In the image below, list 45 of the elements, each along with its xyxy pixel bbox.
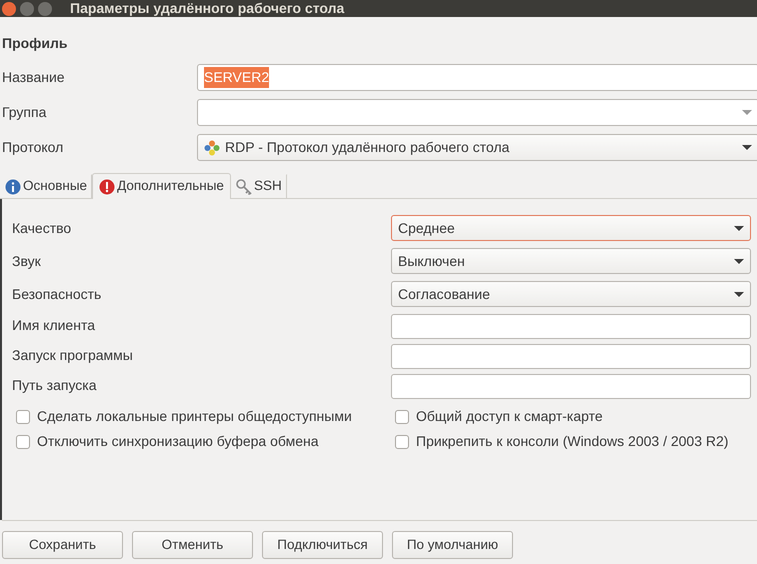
checkbox-label: Прикрепить к консоли (Windows 2003 / 2003 R2) — [416, 432, 728, 451]
checkbox-label: Общий доступ к смарт-карте — [416, 407, 603, 426]
dropdown-arrow-icon — [742, 110, 752, 115]
field-label: Качество — [12, 218, 72, 238]
tab[interactable]: SSH — [230, 174, 287, 198]
dialog-button[interactable]: Отменить — [132, 531, 253, 559]
dropdown[interactable]: Согласование — [391, 281, 751, 307]
field-label: Имя клиента — [12, 316, 96, 335]
checkbox[interactable] — [16, 434, 30, 448]
field-label: Безопасность — [12, 284, 102, 304]
plugin-icon — [204, 140, 220, 156]
field-label: Звук — [12, 252, 42, 271]
close-button[interactable] — [2, 2, 16, 16]
dropdown-arrow-icon — [734, 292, 744, 296]
checkbox[interactable] — [395, 410, 409, 424]
checkbox[interactable] — [395, 434, 409, 448]
dialog-button[interactable]: По умолчанию — [392, 531, 513, 559]
dialog-button[interactable]: Сохранить — [2, 531, 123, 559]
protocol-dropdown[interactable]: RDP - Протокол удалённого рабочего стола — [197, 134, 757, 161]
error-icon — [99, 178, 116, 194]
maximize-button[interactable] — [38, 2, 52, 16]
field-label: Название — [2, 68, 66, 87]
dropdown[interactable]: Среднее — [391, 215, 751, 241]
dropdown[interactable]: Выключен — [391, 248, 751, 274]
key-icon — [236, 178, 252, 194]
checkbox-label: Отключить синхронизацию буфера обмена — [37, 432, 319, 451]
tab[interactable]: Дополнительные — [92, 173, 231, 199]
checkbox-label: Сделать локальные принтеры общедоступными — [37, 407, 352, 426]
minimize-button[interactable] — [20, 2, 34, 16]
dropdown-arrow-icon — [734, 226, 744, 230]
window-title: Параметры удалённого рабочего стола — [70, 0, 344, 17]
field-label: Группа — [2, 103, 48, 122]
field-label: Путь запуска — [12, 376, 98, 395]
dropdown-arrow-icon — [734, 258, 744, 264]
dialog-button[interactable]: Подключиться — [262, 531, 383, 559]
field-label: Протокол — [2, 138, 64, 157]
text-field[interactable] — [391, 344, 751, 369]
info-icon — [5, 178, 21, 194]
checkbox[interactable] — [16, 410, 30, 424]
text-field[interactable] — [391, 374, 751, 399]
text-field[interactable] — [391, 314, 751, 339]
field-label: Запуск программы — [12, 346, 134, 365]
combo-field[interactable] — [197, 99, 757, 126]
dropdown-arrow-icon — [742, 145, 752, 150]
section-heading: Профиль — [1, 34, 69, 53]
